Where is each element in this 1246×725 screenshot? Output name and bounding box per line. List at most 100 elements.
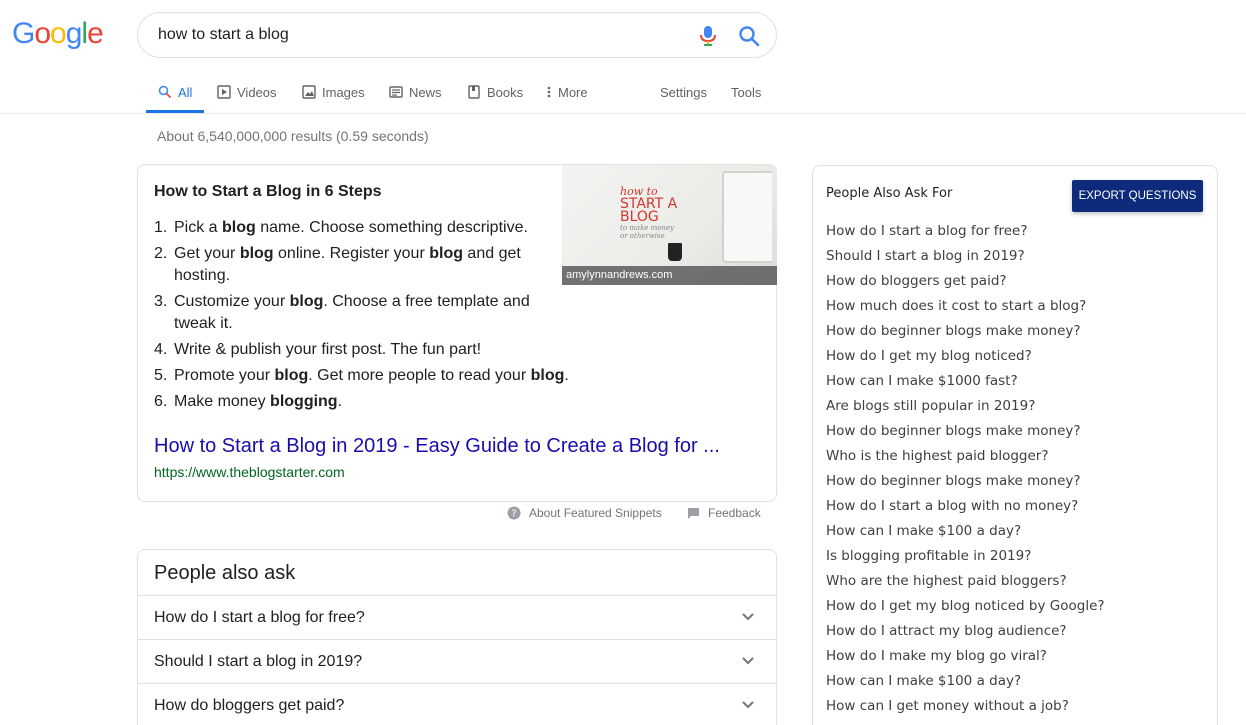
step-text: Pick a blog name. Choose something descr… xyxy=(174,219,528,236)
thumbnail-text-line: to make money xyxy=(620,224,675,232)
step-text: Promote your blog. Get more people to re… xyxy=(174,367,569,384)
related-question[interactable]: Who are the highest paid bloggers? xyxy=(826,573,1105,598)
snippet-steps: 1. Pick a blog name. Choose something des… xyxy=(154,217,574,417)
step-number: 5. xyxy=(154,367,168,384)
more-vertical-icon xyxy=(547,86,551,98)
step-number: 6. xyxy=(154,393,168,410)
chevron-down-icon xyxy=(742,613,754,621)
step-text: Customize your blog. Choose a free templ… xyxy=(174,293,530,332)
thumbnail-cup-graphic xyxy=(668,243,682,261)
people-also-ask-for-panel: People Also Ask For EXPORT QUESTIONS How… xyxy=(812,165,1218,725)
logo-letter: G xyxy=(12,17,35,50)
tab-label: Videos xyxy=(237,84,277,100)
step-text: Get your blog online. Register your blog… xyxy=(174,245,521,284)
tab-label: Books xyxy=(487,84,524,100)
step-text: Make money blogging. xyxy=(174,393,343,410)
related-question[interactable]: How can I get money without a job? xyxy=(826,698,1105,723)
snippet-step: 3. Customize your blog. Choose a free tem… xyxy=(154,291,574,335)
people-also-ask-title: People also ask xyxy=(154,562,296,584)
thumbnail-text-line: or otherwise xyxy=(620,232,665,240)
thumbnail-monitor-graphic xyxy=(722,171,772,263)
panel-title: People Also Ask For xyxy=(826,186,953,201)
related-question[interactable]: How do beginner blogs make money? xyxy=(826,423,1105,448)
tab-label: News xyxy=(409,84,442,100)
related-question[interactable]: Is blogging profitable in 2019? xyxy=(826,548,1105,573)
tab-tools[interactable]: Tools xyxy=(731,82,761,102)
related-question[interactable]: How do I get my blog noticed? xyxy=(826,348,1105,373)
snippet-step: 4. Write & publish your first post. The f… xyxy=(154,339,574,361)
book-icon xyxy=(468,85,480,99)
tab-label: More xyxy=(558,84,588,100)
related-question[interactable]: How do I get my blog noticed by Google? xyxy=(826,598,1105,623)
snippet-result-link[interactable]: How to Start a Blog in 2019 - Easy Guide… xyxy=(154,435,720,458)
paa-question-row[interactable]: How do bloggers get paid? xyxy=(138,683,776,725)
related-question[interactable]: Are blogs still popular in 2019? xyxy=(826,398,1105,423)
news-icon xyxy=(389,86,403,98)
tab-news[interactable]: News xyxy=(389,82,442,102)
related-question[interactable]: How do I attract my blog audience? xyxy=(826,623,1105,648)
paa-question: How do bloggers get paid? xyxy=(154,697,345,714)
step-number: 2. xyxy=(154,245,168,262)
thumbnail-text: how to START A BLOG to make money or oth… xyxy=(620,185,677,240)
related-question[interactable]: How do beginner blogs make money? xyxy=(826,323,1105,348)
step-text: Write & publish your first post. The fun… xyxy=(174,341,482,358)
snippet-result-url: https://www.theblogstarter.com xyxy=(154,464,345,480)
related-question[interactable]: How do bloggers get paid? xyxy=(826,273,1105,298)
snippet-step: 6. Make money blogging. xyxy=(154,391,574,413)
related-question[interactable]: How can I make $100 a day? xyxy=(826,523,1105,548)
image-icon xyxy=(302,85,316,99)
search-icon[interactable] xyxy=(738,25,760,47)
result-stats: About 6,540,000,000 results (0.59 second… xyxy=(157,128,429,144)
paa-question: How do I start a blog for free? xyxy=(154,609,365,626)
snippet-thumbnail[interactable]: how to START A BLOG to make money or oth… xyxy=(562,165,777,285)
tab-all[interactable]: All xyxy=(158,82,192,102)
snippet-title: How to Start a Blog in 6 Steps xyxy=(154,183,382,200)
related-question[interactable]: How do I make my blog go viral? xyxy=(826,648,1105,673)
thumbnail-text-line: BLOG xyxy=(620,209,659,225)
related-question[interactable]: How do I start a blog with no money? xyxy=(826,498,1105,523)
related-questions-list: How do I start a blog for free? Should I … xyxy=(826,223,1105,723)
logo-letter: o xyxy=(34,17,51,50)
step-number: 3. xyxy=(154,293,168,310)
chevron-down-icon xyxy=(742,701,754,709)
related-question[interactable]: How much does it cost to start a blog? xyxy=(826,298,1105,323)
logo-letter: o xyxy=(50,17,67,50)
chevron-down-icon xyxy=(742,657,754,665)
tab-label: All xyxy=(178,84,193,100)
related-question[interactable]: How do beginner blogs make money? xyxy=(826,473,1105,498)
related-question[interactable]: Who is the highest paid blogger? xyxy=(826,448,1105,473)
search-input[interactable]: how to start a blog xyxy=(158,26,289,44)
tab-settings[interactable]: Settings xyxy=(660,82,707,102)
svg-text:?: ? xyxy=(511,509,516,520)
logo-letter: g xyxy=(65,17,83,50)
tab-label: Settings xyxy=(660,84,707,100)
about-featured-snippets-link[interactable]: ? About Featured Snippets xyxy=(507,505,662,521)
tab-videos[interactable]: Videos xyxy=(217,82,277,102)
microphone-icon[interactable] xyxy=(698,25,718,47)
feedback-link[interactable]: Feedback xyxy=(687,505,761,521)
snippet-step: 5. Promote your blog. Get more people to … xyxy=(154,365,574,387)
tab-more[interactable]: More xyxy=(546,82,588,102)
feedback-icon xyxy=(688,507,699,519)
help-icon: ? xyxy=(507,506,521,520)
snippet-step: 2. Get your blog online. Register your bl… xyxy=(154,243,574,287)
tab-label: Images xyxy=(322,84,365,100)
paa-question: Should I start a blog in 2019? xyxy=(154,653,363,670)
paa-question-row[interactable]: How do I start a blog for free? xyxy=(138,595,776,639)
search-box[interactable]: how to start a blog xyxy=(137,12,777,58)
header-divider xyxy=(0,113,1246,114)
paa-question-row[interactable]: Should I start a blog in 2019? xyxy=(138,639,776,683)
related-question[interactable]: Should I start a blog in 2019? xyxy=(826,248,1105,273)
tab-images[interactable]: Images xyxy=(302,82,365,102)
google-logo[interactable]: Google xyxy=(12,17,104,51)
related-question[interactable]: How do I start a blog for free? xyxy=(826,223,1105,248)
search-icon xyxy=(158,85,172,99)
logo-letter: e xyxy=(87,17,104,50)
export-questions-button[interactable]: EXPORT QUESTIONS xyxy=(1072,180,1203,212)
tab-label: Tools xyxy=(731,84,762,100)
related-question[interactable]: How can I make $100 a day? xyxy=(826,673,1105,698)
step-number: 4. xyxy=(154,341,168,358)
tab-books[interactable]: Books xyxy=(467,82,523,102)
thumbnail-caption: amylynnandrews.com xyxy=(562,266,777,285)
related-question[interactable]: How can I make $1000 fast? xyxy=(826,373,1105,398)
